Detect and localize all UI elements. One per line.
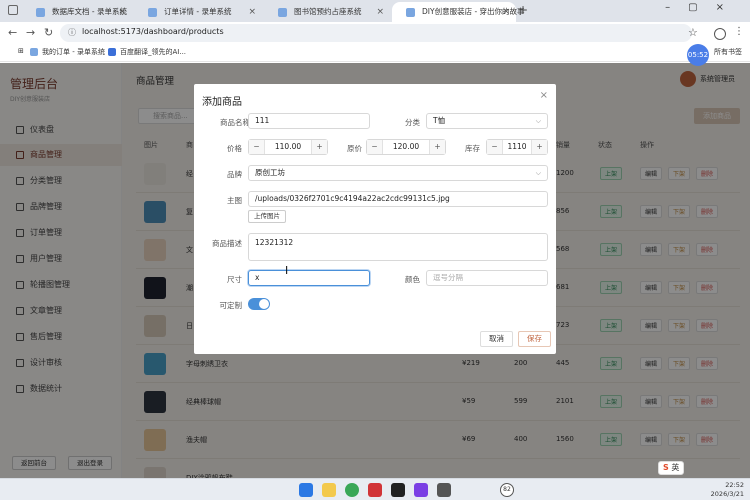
site-info-icon[interactable]: ⓘ xyxy=(68,27,76,38)
tab-title: 订单详情 - 录单系统 xyxy=(164,7,232,16)
stock-stepper[interactable]: − 1110 + xyxy=(486,139,548,155)
close-icon[interactable]: × xyxy=(118,2,126,22)
tab-favicon xyxy=(148,8,157,17)
dialog-title: 添加商品 xyxy=(202,97,242,108)
profile-icon[interactable] xyxy=(714,28,726,40)
notification-badge[interactable]: 82 xyxy=(500,483,514,497)
file-explorer-icon[interactable] xyxy=(322,483,336,497)
brand-value: 原创工坊 xyxy=(255,168,285,177)
close-icon[interactable]: × xyxy=(376,2,384,22)
brand-select[interactable]: 原创工坊 ⌵ xyxy=(248,165,548,181)
cancel-button[interactable]: 取消 xyxy=(480,331,513,347)
browser-tab-bar: 数据库文档 - 录单系统 × 订单详情 - 录单系统 × 图书馆预约占座系统 ×… xyxy=(0,0,750,22)
new-tab-plus-icon[interactable]: + xyxy=(518,3,528,17)
save-button[interactable]: 保存 xyxy=(518,331,551,347)
bookmark-label: 百度翻译_领先的AI... xyxy=(120,48,187,56)
price-value[interactable]: 110.00 xyxy=(265,140,311,154)
browser-tab-4[interactable]: DIY创意服装店 - 穿出你的故事 × xyxy=(392,2,525,22)
chevron-down-icon: ⌵ xyxy=(535,169,541,177)
terminal-icon[interactable] xyxy=(391,483,405,497)
ide-icon[interactable] xyxy=(414,483,428,497)
chrome-icon[interactable] xyxy=(345,483,359,497)
back-arrow-icon[interactable]: ← xyxy=(8,26,17,39)
size-input[interactable]: x xyxy=(248,270,370,286)
floating-clock-bubble[interactable]: 05:52 xyxy=(687,44,709,66)
url-text: localhost:5173/dashboard/products xyxy=(82,27,224,36)
bookmark-item[interactable]: 我的订单 - 录单系统 xyxy=(30,47,105,57)
ime-mode: 英 xyxy=(671,463,680,472)
toggle-knob xyxy=(259,299,269,309)
forward-arrow-icon[interactable]: → xyxy=(26,26,35,39)
tab-favicon xyxy=(36,8,45,17)
stock-value[interactable]: 1110 xyxy=(503,140,531,154)
url-field[interactable]: ⓘ localhost:5173/dashboard/products xyxy=(60,24,692,42)
wps-icon[interactable] xyxy=(368,483,382,497)
minus-icon[interactable]: − xyxy=(367,140,383,154)
browser-tab-1[interactable]: 数据库文档 - 录单系统 × xyxy=(22,2,132,22)
name-label: 商品名称 xyxy=(220,118,250,127)
close-icon[interactable]: × xyxy=(540,90,548,101)
tab-favicon xyxy=(278,8,287,17)
customizable-toggle[interactable] xyxy=(248,298,270,310)
tab-list-icon[interactable] xyxy=(8,5,18,15)
upload-image-button[interactable]: 上传图片 xyxy=(248,210,286,223)
bookmark-favicon xyxy=(30,48,38,56)
bookmark-star-icon[interactable]: ☆ xyxy=(688,26,698,39)
tray-date: 2026/3/21 xyxy=(710,490,744,498)
original-price-value[interactable]: 120.00 xyxy=(383,140,429,154)
stock-label: 库存 xyxy=(465,144,480,153)
sogou-icon: S xyxy=(663,463,669,472)
bookmark-item[interactable]: 百度翻译_领先的AI... xyxy=(108,47,186,57)
address-bar-row: ← → ↻ ⓘ localhost:5173/dashboard/product… xyxy=(0,22,750,44)
window-controls[interactable]: –▢× xyxy=(665,2,742,13)
menu-kebab-icon[interactable]: ⋮ xyxy=(734,26,744,37)
plus-icon[interactable]: + xyxy=(531,140,547,154)
image-path-field[interactable]: /uploads/0326f2701c9c4194a22ac2cdc99131c… xyxy=(248,191,548,207)
category-value: T恤 xyxy=(433,116,446,125)
ime-indicator[interactable]: S 英 xyxy=(658,461,685,475)
tab-title: 图书馆预约占座系统 xyxy=(294,7,362,16)
original-price-label: 原价 xyxy=(347,144,362,153)
plus-icon[interactable]: + xyxy=(429,140,445,154)
taskbar: 82 22:52 2026/3/21 xyxy=(0,478,750,500)
tray-time: 22:52 xyxy=(725,481,744,489)
reload-icon[interactable]: ↻ xyxy=(44,26,53,39)
color-label: 颜色 xyxy=(405,275,420,284)
image-label: 主图 xyxy=(227,196,242,205)
description-label: 商品描述 xyxy=(212,239,242,248)
plus-icon[interactable]: + xyxy=(311,140,327,154)
add-product-dialog: 添加商品 × 商品名称 111 分类 T恤 ⌵ 价格 − 110.00 + 原价… xyxy=(194,84,556,354)
bookmark-label: 我的订单 - 录单系统 xyxy=(42,48,105,56)
system-tray-clock[interactable]: 22:52 2026/3/21 xyxy=(711,481,744,499)
browser-tab-2[interactable]: 订单详情 - 录单系统 × xyxy=(134,2,262,22)
product-name-field[interactable]: 111 xyxy=(248,113,370,129)
minus-icon[interactable]: − xyxy=(487,140,503,154)
minus-icon[interactable]: − xyxy=(249,140,265,154)
chevron-down-icon: ⌵ xyxy=(535,117,541,125)
all-bookmarks[interactable]: 所有书签 xyxy=(714,47,742,57)
bookmark-favicon xyxy=(108,48,116,56)
close-icon[interactable]: × xyxy=(502,2,510,22)
category-select[interactable]: T恤 ⌵ xyxy=(426,113,548,129)
description-textarea[interactable]: 12321312 xyxy=(248,233,548,261)
browser-tab-3[interactable]: 图书馆预约占座系统 × xyxy=(264,2,390,22)
customizable-label: 可定制 xyxy=(219,301,243,310)
tab-title: 数据库文档 - 录单系统 xyxy=(52,7,127,16)
text-cursor-icon: I xyxy=(285,264,289,277)
original-price-stepper[interactable]: − 120.00 + xyxy=(366,139,446,155)
price-stepper[interactable]: − 110.00 + xyxy=(248,139,328,155)
price-label: 价格 xyxy=(227,144,242,153)
color-input[interactable]: 逗号分隔 xyxy=(426,270,548,286)
bookmarks-bar: ⊞ 我的订单 - 录单系统 百度翻译_领先的AI... 所有书签 xyxy=(0,44,750,62)
close-icon[interactable]: × xyxy=(248,2,256,22)
tab-favicon xyxy=(406,8,415,17)
start-icon[interactable] xyxy=(299,483,313,497)
apps-grid-icon[interactable]: ⊞ xyxy=(6,47,24,55)
app-icon[interactable] xyxy=(437,483,451,497)
size-label: 尺寸 xyxy=(227,275,242,284)
brand-label: 品牌 xyxy=(227,170,242,179)
category-label: 分类 xyxy=(405,118,420,127)
